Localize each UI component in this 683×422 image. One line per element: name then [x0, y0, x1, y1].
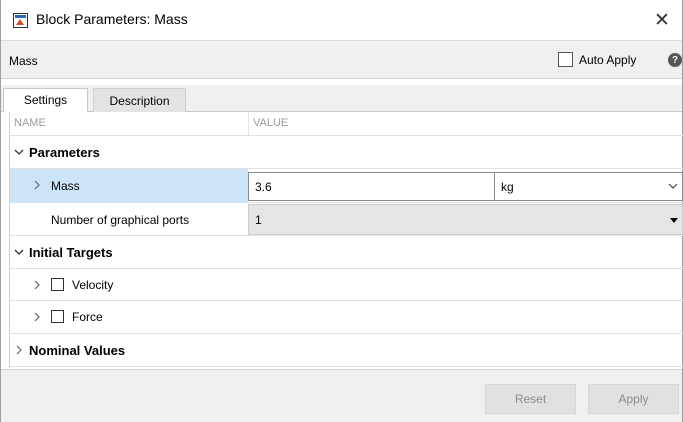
- column-divider: [248, 112, 249, 135]
- block-parameters-dialog: Block Parameters: Mass ✕ Mass Auto Apply…: [0, 0, 683, 422]
- caret-down-icon: [670, 218, 678, 223]
- block-parameters-icon: [13, 13, 28, 28]
- param-label-mass: Mass: [51, 179, 80, 193]
- parameters-grid: NAME VALUE Parameters Mass 3.6 kg Number…: [9, 112, 683, 368]
- chevron-down-icon[interactable]: [14, 147, 24, 157]
- target-row-velocity[interactable]: Velocity: [10, 269, 683, 301]
- chevron-right-icon[interactable]: [14, 345, 24, 355]
- velocity-checkbox[interactable]: [51, 278, 64, 291]
- title-bar: Block Parameters: Mass ✕: [1, 0, 682, 40]
- tab-bar: Settings Description: [1, 85, 682, 112]
- tab-description[interactable]: Description: [93, 88, 186, 112]
- auto-apply-checkbox[interactable]: Auto Apply: [558, 52, 636, 67]
- chevron-right-icon[interactable]: [32, 312, 42, 322]
- chevron-down-icon[interactable]: [14, 247, 24, 257]
- section-label-initial-targets: Initial Targets: [29, 245, 113, 260]
- param-row-mass[interactable]: Mass 3.6 kg: [10, 169, 683, 203]
- window-title: Block Parameters: Mass: [36, 11, 188, 27]
- section-row-parameters[interactable]: Parameters: [10, 136, 683, 169]
- target-row-force[interactable]: Force: [10, 301, 683, 334]
- close-button[interactable]: ✕: [642, 0, 682, 40]
- graphical-ports-value: 1: [255, 213, 262, 227]
- section-row-nominal-values[interactable]: Nominal Values: [10, 334, 683, 367]
- section-label-parameters: Parameters: [29, 145, 100, 160]
- column-header-name: NAME: [14, 117, 46, 129]
- auto-apply-checkbox-box[interactable]: [558, 52, 573, 67]
- section-label-nominal-values: Nominal Values: [29, 343, 126, 358]
- force-checkbox[interactable]: [51, 310, 64, 323]
- graphical-ports-select[interactable]: 1: [248, 204, 683, 235]
- target-label-velocity: Velocity: [72, 278, 114, 292]
- section-row-initial-targets[interactable]: Initial Targets: [10, 236, 683, 269]
- close-icon: ✕: [654, 9, 670, 31]
- dialog-footer: Reset Apply: [1, 369, 682, 422]
- reset-button[interactable]: Reset: [485, 384, 576, 414]
- apply-button[interactable]: Apply: [588, 384, 679, 414]
- block-header: Mass Auto Apply ?: [1, 40, 682, 79]
- param-label-graphical-ports: Number of graphical ports: [51, 213, 190, 227]
- auto-apply-label: Auto Apply: [579, 52, 637, 67]
- column-header-row: NAME VALUE: [10, 112, 683, 136]
- chevron-down-icon: [668, 183, 678, 189]
- column-header-value: VALUE: [253, 117, 289, 129]
- mass-unit-select[interactable]: kg: [494, 172, 683, 201]
- target-label-force: Force: [72, 310, 103, 324]
- mass-name-cell[interactable]: Mass: [10, 169, 248, 202]
- block-name: Mass: [9, 54, 38, 68]
- param-row-graphical-ports[interactable]: Number of graphical ports 1: [10, 203, 683, 236]
- tab-settings[interactable]: Settings: [3, 88, 88, 112]
- chevron-right-icon[interactable]: [32, 280, 42, 290]
- chevron-right-icon[interactable]: [32, 180, 42, 190]
- help-icon[interactable]: ?: [668, 53, 682, 67]
- mass-value-field[interactable]: 3.6: [248, 172, 495, 201]
- mass-unit-value: kg: [501, 180, 514, 194]
